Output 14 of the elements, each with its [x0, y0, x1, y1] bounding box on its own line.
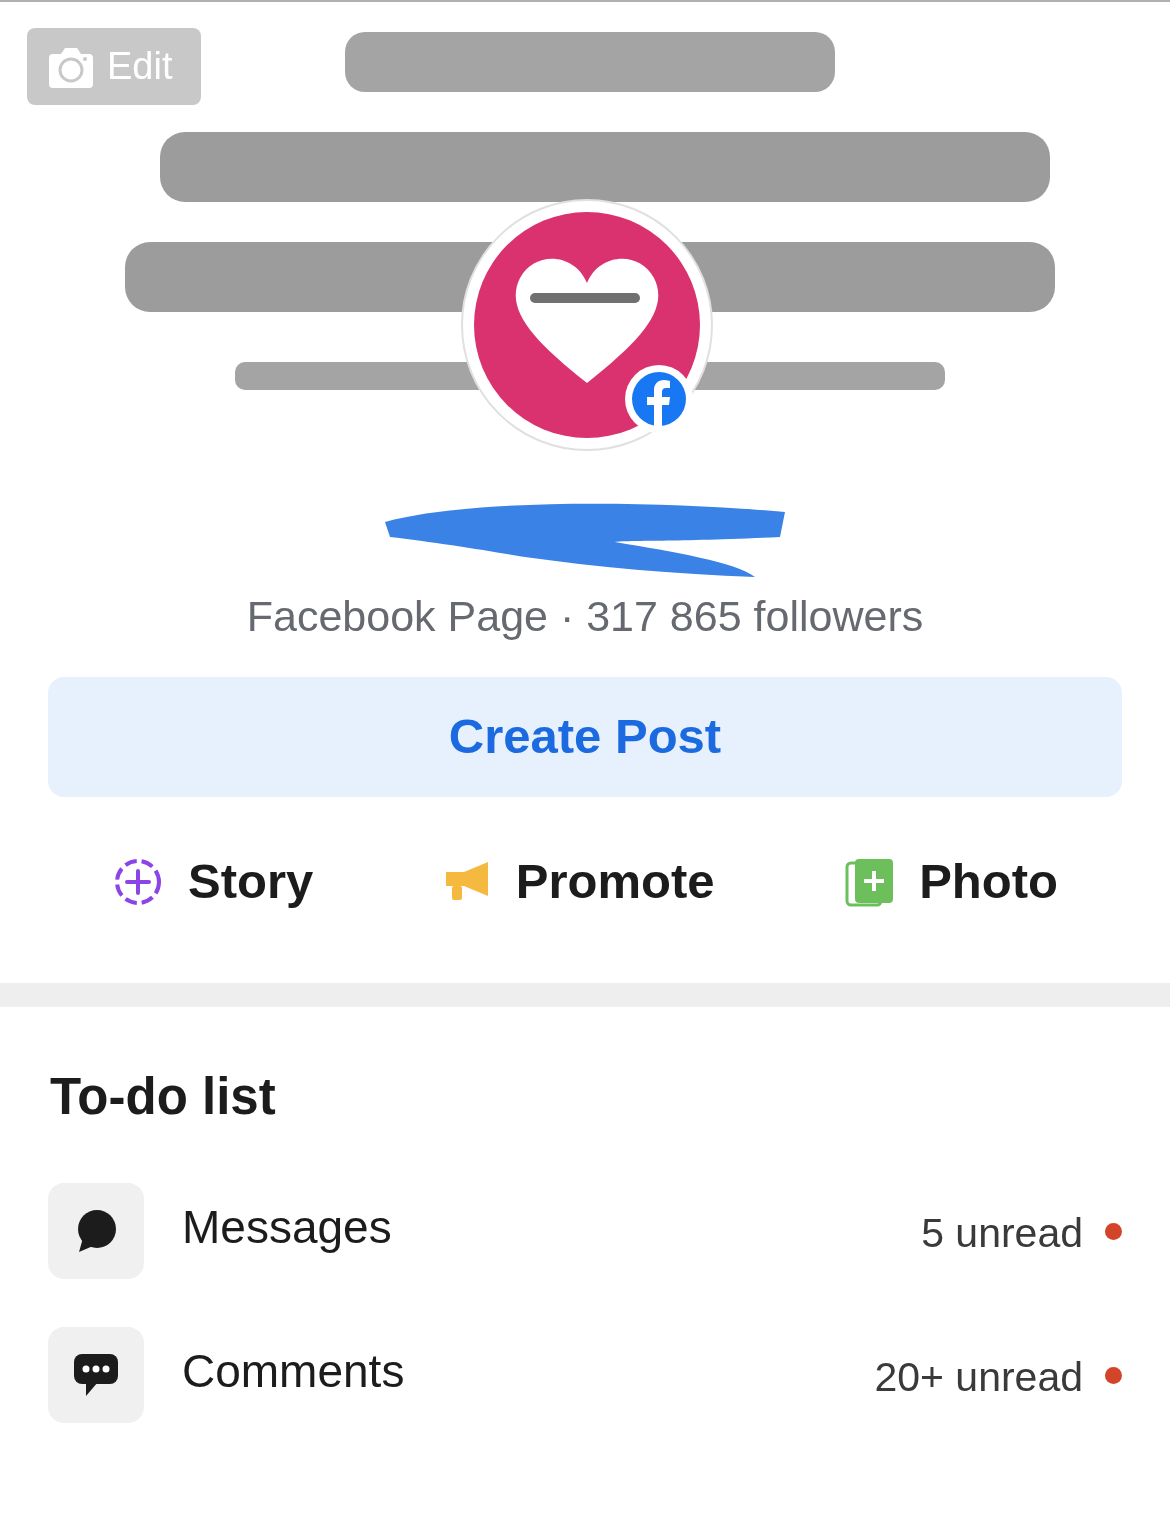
unread-count: 5 unread	[921, 1209, 1083, 1259]
todo-item-label[interactable]: Messages	[182, 1192, 922, 1262]
action-button[interactable]: Photo	[845, 844, 1058, 919]
action-button[interactable]: Promote	[443, 844, 715, 919]
page-followers-text: Facebook Page · 317 865 followers	[246, 591, 924, 642]
action-button[interactable]: Story	[112, 844, 314, 919]
icon-tile[interactable]	[48, 1327, 144, 1423]
icon-tile[interactable]	[48, 1183, 144, 1279]
section-title: To-do list	[50, 1066, 277, 1127]
unread-count: 20+ unread	[874, 1353, 1083, 1403]
photo-add-icon	[845, 856, 896, 907]
comment-icon	[72, 1352, 120, 1398]
create-post-button[interactable]: Create Post	[48, 676, 1122, 797]
todo-item-label[interactable]: Comments	[182, 1336, 875, 1406]
